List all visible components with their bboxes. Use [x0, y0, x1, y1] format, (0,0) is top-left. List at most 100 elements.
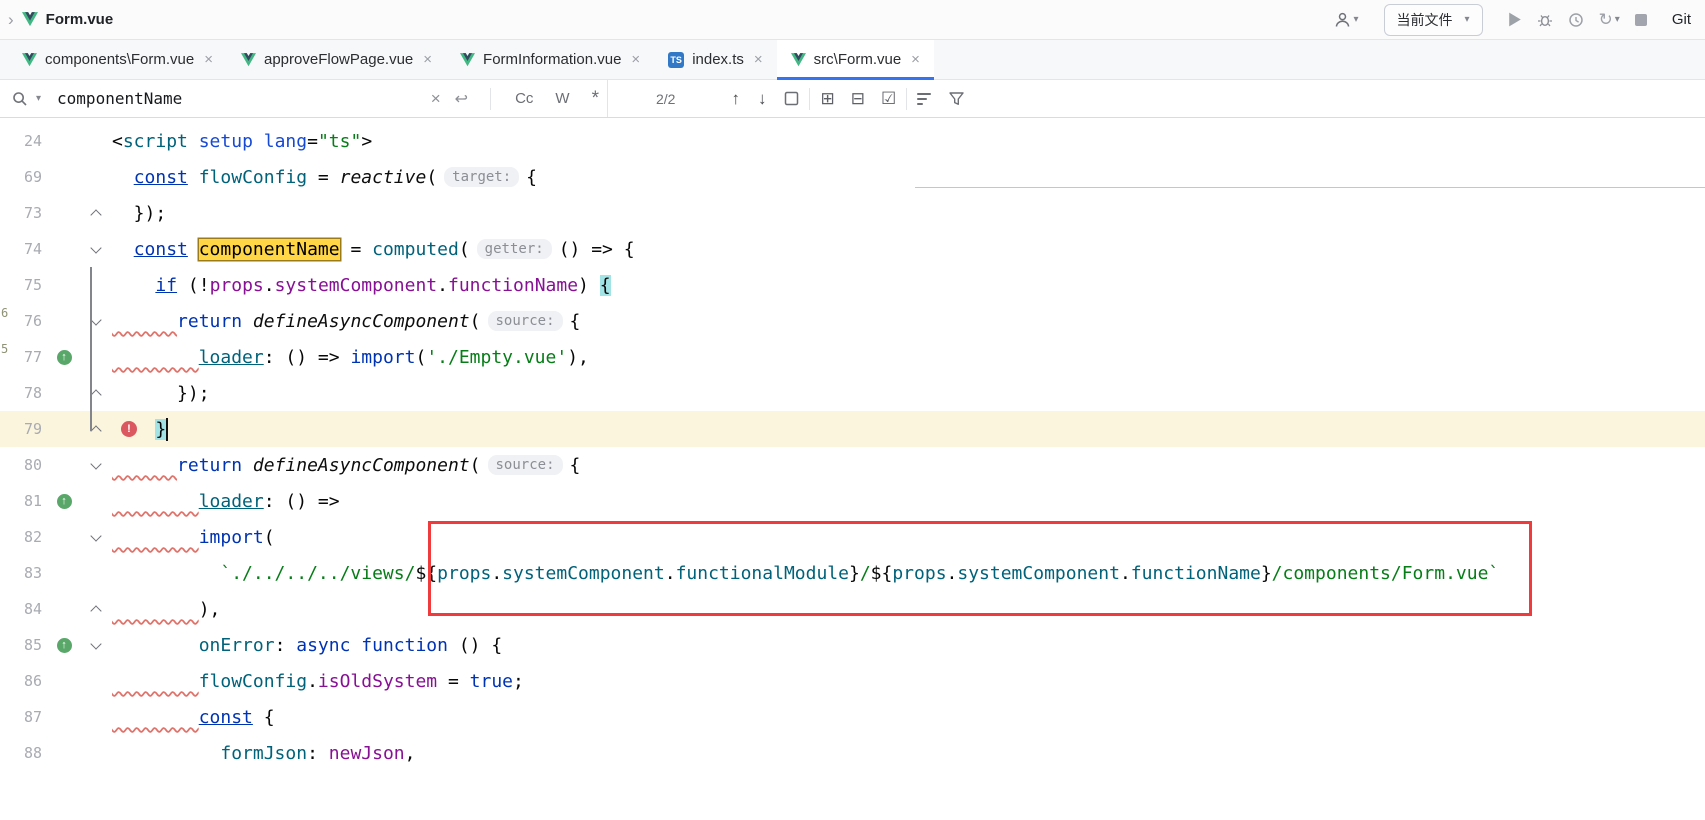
code-line[interactable]: 76 return defineAsyncComponent(source:{: [0, 303, 1705, 339]
code-line[interactable]: 82 import(: [0, 519, 1705, 555]
code-line[interactable]: 75 if (!props.systemComponent.functionNa…: [0, 267, 1705, 303]
vue-logo-icon: [22, 12, 38, 27]
code-line[interactable]: 77↑ loader: () => import('./Empty.vue'),: [0, 339, 1705, 375]
close-icon[interactable]: ×: [754, 51, 763, 68]
editor-tab[interactable]: FormInformation.vue×: [446, 40, 654, 79]
select-all-occurrences-button[interactable]: ☑: [881, 89, 896, 109]
code-line[interactable]: 80 return defineAsyncComponent(source:{: [0, 447, 1705, 483]
line-number: 24: [0, 132, 48, 150]
code-line[interactable]: 84 ),: [0, 591, 1705, 627]
close-icon[interactable]: ×: [204, 51, 213, 68]
code-line[interactable]: 69 const flowConfig = reactive(target:{: [0, 159, 1705, 195]
next-match-button[interactable]: ↓: [758, 89, 767, 109]
code-line[interactable]: 83 `./../../../views/${props.systemCompo…: [0, 555, 1705, 591]
edge-digit: 5: [1, 342, 8, 356]
line-number: 75: [0, 276, 48, 294]
fold-down-icon[interactable]: [90, 314, 101, 325]
implements-member-icon[interactable]: ↑: [57, 350, 72, 365]
code-line[interactable]: 85↑ onError: async function () {: [0, 627, 1705, 663]
title-bar: › Form.vue ▾ 当前文件 ▾ ↻ ▾ Git: [0, 0, 1705, 40]
search-input[interactable]: componentName: [57, 89, 423, 108]
code-text: loader: () => import('./Empty.vue'),: [112, 347, 1705, 368]
divider: [906, 88, 907, 110]
fold-up-icon[interactable]: [90, 389, 101, 400]
search-options-chevron-icon[interactable]: ▾: [36, 93, 41, 104]
line-number: 85: [0, 636, 48, 654]
find-in-selection-icon[interactable]: [784, 91, 799, 106]
code-text: ),: [112, 599, 1705, 620]
search-field[interactable]: ▾ componentName × ↩ Cc W *: [0, 80, 608, 117]
fold-up-icon[interactable]: [90, 605, 101, 616]
code-line[interactable]: 81↑ loader: () =>: [0, 483, 1705, 519]
divider: [490, 88, 491, 110]
add-occurrence-button[interactable]: ⊞: [820, 89, 834, 109]
collaborate-button[interactable]: ▾: [1334, 12, 1358, 28]
vue-icon: [22, 53, 37, 67]
search-icon[interactable]: [12, 91, 28, 107]
editor-tab[interactable]: TSindex.ts×: [654, 40, 776, 79]
fold-up-icon[interactable]: [90, 209, 101, 220]
code-text: const {: [112, 707, 1705, 728]
editor-tab[interactable]: approveFlowPage.vue×: [227, 40, 446, 79]
chevron-down-icon: ▾: [1353, 14, 1358, 25]
search-match-highlight: componentName: [199, 239, 340, 260]
code-line[interactable]: 73 });: [0, 195, 1705, 231]
run-config-select[interactable]: 当前文件 ▾: [1384, 4, 1483, 36]
clear-search-icon[interactable]: ×: [423, 89, 449, 109]
filter-lines-icon[interactable]: [917, 93, 931, 105]
tab-bar: components\Form.vue×approveFlowPage.vue×…: [0, 40, 1705, 80]
editor-tab[interactable]: components\Form.vue ×: [8, 40, 227, 79]
close-icon[interactable]: ×: [423, 51, 432, 68]
close-icon[interactable]: ×: [631, 51, 640, 68]
whole-words-toggle[interactable]: W: [547, 90, 577, 107]
fold-down-icon[interactable]: [90, 638, 101, 649]
code-editor[interactable]: 24<script setup lang="ts">69 const flowC…: [0, 118, 1705, 820]
code-line[interactable]: 86 flowConfig.isOldSystem = true;: [0, 663, 1705, 699]
vue-icon: [791, 53, 806, 67]
close-icon[interactable]: ×: [911, 51, 920, 68]
profiler-button[interactable]: [1568, 12, 1584, 28]
code-line[interactable]: 74 const componentName = computed(getter…: [0, 231, 1705, 267]
fold-down-icon[interactable]: [90, 242, 101, 253]
code-text: const flowConfig = reactive(target:{: [112, 167, 903, 188]
implements-member-icon[interactable]: ↑: [57, 494, 72, 509]
code-line[interactable]: 88 formJson: newJson,: [0, 735, 1705, 771]
regex-toggle[interactable]: *: [584, 88, 607, 110]
line-number: 86: [0, 672, 48, 690]
code-text: return defineAsyncComponent(source:{: [112, 455, 1705, 476]
implements-member-icon[interactable]: ↑: [57, 638, 72, 653]
exclude-occurrence-button[interactable]: ⊟: [851, 89, 865, 109]
run-button[interactable]: [1508, 12, 1522, 27]
line-number: 83: [0, 564, 48, 582]
stop-icon: [1635, 14, 1647, 26]
match-case-toggle[interactable]: Cc: [507, 90, 541, 107]
filter-icon[interactable]: [949, 92, 964, 106]
line-number: 74: [0, 240, 48, 258]
code-line[interactable]: 78 });: [0, 375, 1705, 411]
vue-icon: [460, 53, 475, 67]
debug-button[interactable]: [1537, 12, 1553, 28]
error-icon[interactable]: !: [121, 421, 137, 437]
fold-down-icon[interactable]: [90, 530, 101, 541]
code-text: if (!props.systemComponent.functionName)…: [112, 275, 1705, 296]
line-number: 73: [0, 204, 48, 222]
newline-icon[interactable]: ↩: [449, 89, 474, 109]
window-title: Form.vue: [46, 11, 114, 28]
tab-label: index.ts: [692, 51, 744, 68]
tab-label: components\Form.vue: [45, 51, 194, 68]
code-line[interactable]: 87 const {: [0, 699, 1705, 735]
prev-match-button[interactable]: ↑: [731, 89, 740, 109]
git-menu[interactable]: Git: [1672, 11, 1691, 28]
line-number: 81: [0, 492, 48, 510]
fold-down-icon[interactable]: [90, 458, 101, 469]
code-line[interactable]: 79 }!: [0, 411, 1705, 447]
editor-tab[interactable]: src\Form.vue×: [777, 40, 934, 79]
fold-up-icon[interactable]: [90, 425, 101, 436]
rerun-button[interactable]: ↻ ▾: [1599, 10, 1620, 30]
code-text: }: [112, 418, 1705, 441]
stop-button[interactable]: [1635, 14, 1647, 26]
text-caret: [166, 418, 168, 441]
code-text: formJson: newJson,: [112, 743, 1705, 764]
code-line[interactable]: 24<script setup lang="ts">: [0, 123, 1705, 159]
rerun-icon: ↻: [1599, 10, 1613, 30]
